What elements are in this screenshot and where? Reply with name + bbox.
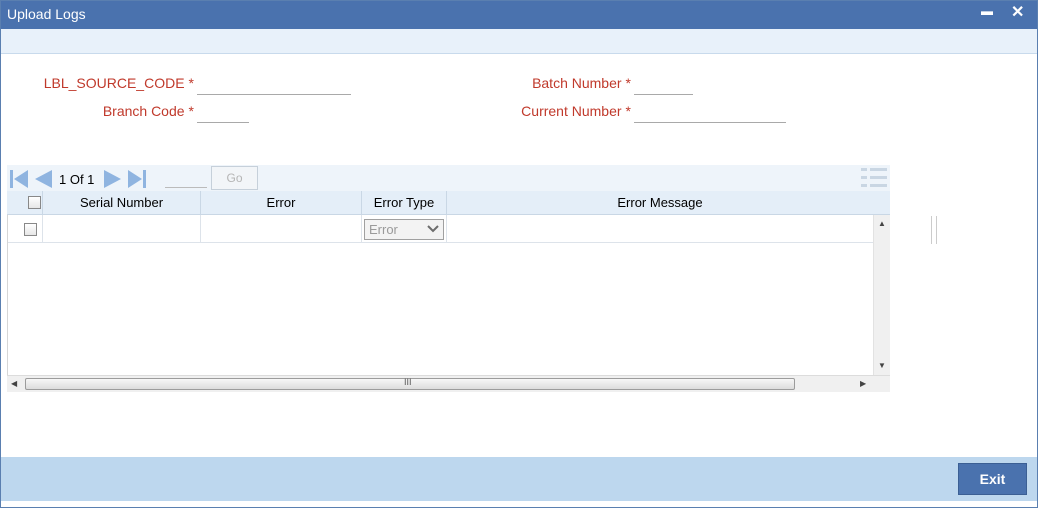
select-all-checkbox[interactable]: [28, 196, 41, 209]
horizontal-scroll-thumb[interactable]: III: [25, 377, 795, 390]
error-type-value: Error: [369, 222, 398, 237]
row-checkbox[interactable]: [24, 223, 37, 236]
list-view-icon[interactable]: [861, 167, 887, 189]
prev-page-icon[interactable]: [33, 169, 53, 189]
grid-pager: 1 Of 1 Go: [7, 165, 890, 191]
table-row: Error: [8, 215, 874, 243]
column-error-message[interactable]: Error Message: [447, 191, 873, 215]
page-indicator: 1 Of 1: [59, 172, 95, 187]
close-icon[interactable]: ✕: [1011, 2, 1024, 22]
window-title: Upload Logs: [7, 6, 86, 22]
go-button[interactable]: Go: [211, 166, 258, 190]
first-page-icon[interactable]: [9, 169, 29, 189]
error-type-cell: Error: [362, 215, 447, 243]
column-serial-number[interactable]: Serial Number: [43, 191, 201, 215]
grid-edge-line: [931, 216, 932, 244]
next-page-icon[interactable]: [103, 169, 123, 189]
scroll-left-icon[interactable]: ◀: [11, 379, 17, 388]
branch-code-input[interactable]: [197, 105, 249, 123]
batch-number-label: Batch Number *: [532, 75, 631, 91]
horizontal-scrollbar[interactable]: ◀ III ▶: [7, 375, 890, 392]
scroll-right-icon[interactable]: ▶: [860, 379, 866, 388]
column-error[interactable]: Error: [201, 191, 362, 215]
upload-log-grid: 1 Of 1 Go Serial Number Error Error Type…: [7, 165, 890, 392]
error-cell[interactable]: [201, 215, 362, 243]
error-type-select[interactable]: Error: [364, 219, 444, 240]
scroll-grip: III: [404, 377, 412, 387]
batch-number-input[interactable]: [634, 77, 693, 95]
vertical-scrollbar[interactable]: ▲ ▼: [873, 215, 890, 375]
grid-header: Serial Number Error Error Type Error Mes…: [7, 191, 890, 215]
footer-bar: Exit: [1, 457, 1037, 501]
last-page-icon[interactable]: [127, 169, 147, 189]
grid-body: Error: [7, 215, 874, 375]
serial-number-cell[interactable]: [43, 215, 201, 243]
chevron-down-icon: [427, 225, 439, 233]
select-all-cell: [7, 191, 43, 215]
page-number-input[interactable]: [165, 168, 207, 188]
current-number-input[interactable]: [634, 105, 786, 123]
scroll-up-icon[interactable]: ▲: [878, 219, 886, 228]
title-bar: Upload Logs ▬ ✕: [1, 1, 1037, 29]
toolbar-strip: [1, 29, 1037, 54]
branch-code-label: Branch Code *: [102, 103, 194, 119]
column-error-type[interactable]: Error Type: [362, 191, 447, 215]
current-number-label: Current Number *: [521, 103, 631, 119]
source-code-input[interactable]: [197, 77, 351, 95]
source-code-label: LBL_SOURCE_CODE *: [43, 75, 194, 91]
grid-edge-line: [936, 216, 937, 244]
error-message-cell[interactable]: [447, 215, 874, 243]
upload-logs-window: Upload Logs ▬ ✕ LBL_SOURCE_CODE * Branch …: [0, 0, 1038, 508]
row-select-cell: [8, 215, 43, 243]
exit-button[interactable]: Exit: [958, 463, 1027, 495]
minimize-icon[interactable]: ▬: [981, 4, 993, 18]
scroll-down-icon[interactable]: ▼: [878, 361, 886, 370]
